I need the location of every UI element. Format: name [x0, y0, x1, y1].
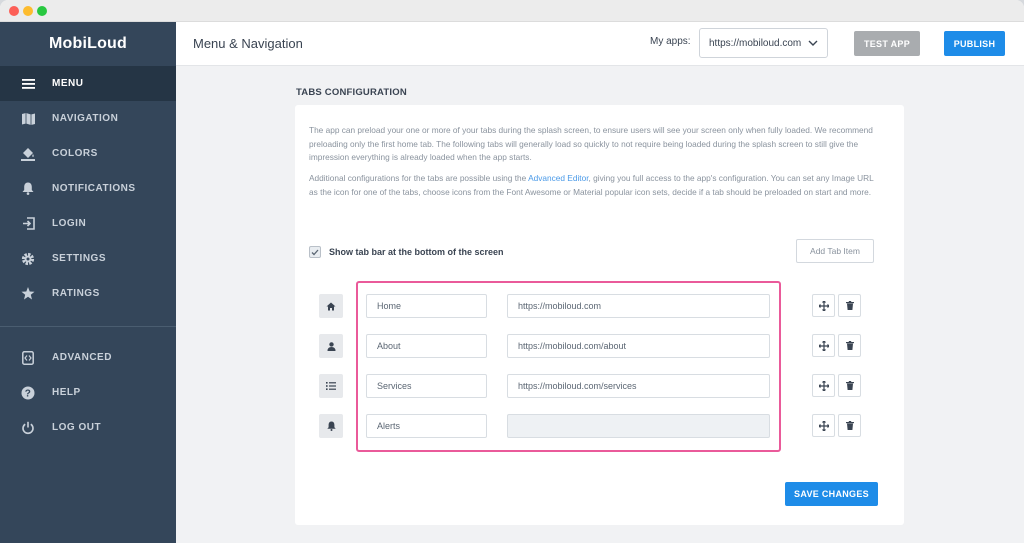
top-bar: Menu & Navigation My apps: https://mobil… — [176, 22, 1024, 66]
sidebar-item-label: MENU — [52, 78, 84, 89]
gear-icon — [20, 251, 36, 267]
trash-icon — [845, 341, 854, 350]
sidebar-item-label: ADVANCED — [52, 352, 112, 363]
save-changes-button[interactable]: SAVE CHANGES — [785, 482, 878, 506]
code-icon — [20, 350, 36, 366]
show-tab-bar-label: Show tab bar at the bottom of the screen — [329, 247, 504, 257]
chevron-down-icon — [808, 40, 818, 46]
tabs-configuration-card: The app can preload your one or more of … — [295, 105, 904, 525]
sidebar-item-label: COLORS — [52, 148, 98, 159]
paint-bucket-icon — [20, 146, 36, 162]
sidebar-item-ratings[interactable]: RATINGS — [0, 276, 176, 311]
tab-icon-picker[interactable] — [319, 334, 343, 358]
app-selector-value: https://mobiloud.com — [709, 37, 802, 49]
sidebar-divider — [0, 326, 176, 327]
sidebar-item-label: NAVIGATION — [52, 113, 119, 124]
tab-icon-picker[interactable] — [319, 414, 343, 438]
hamburger-icon — [20, 76, 36, 92]
move-arrows-icon — [818, 340, 829, 351]
trash-icon — [845, 301, 854, 310]
trash-icon — [845, 381, 854, 390]
sign-in-icon — [20, 216, 36, 232]
sidebar-item-advanced[interactable]: ADVANCED — [0, 340, 176, 375]
tab-url-input[interactable]: https://mobiloud.com/about — [507, 334, 770, 358]
map-icon — [20, 111, 36, 127]
sidebar-item-navigation[interactable]: NAVIGATION — [0, 101, 176, 136]
star-icon — [20, 286, 36, 302]
move-arrows-icon — [818, 380, 829, 391]
advanced-editor-link[interactable]: Advanced Editor — [528, 173, 588, 183]
sidebar-item-settings[interactable]: SETTINGS — [0, 241, 176, 276]
sidebar-item-log-out[interactable]: LOG OUT — [0, 410, 176, 445]
move-tab-button[interactable] — [812, 374, 835, 397]
tab-url-input[interactable]: https://mobiloud.com/services — [507, 374, 770, 398]
app-selector-dropdown[interactable]: https://mobiloud.com — [699, 28, 828, 58]
move-arrows-icon — [818, 300, 829, 311]
tab-name-input[interactable]: Alerts — [366, 414, 487, 438]
sidebar-item-colors[interactable]: COLORS — [0, 136, 176, 171]
window-titlebar — [0, 0, 1024, 22]
sidebar-item-menu[interactable]: MENU — [0, 66, 176, 101]
tab-icon-picker[interactable] — [319, 374, 343, 398]
page-title: Menu & Navigation — [193, 36, 303, 51]
close-window-button[interactable] — [9, 6, 19, 16]
tab-url-input[interactable] — [507, 414, 770, 438]
sidebar-item-label: NOTIFICATIONS — [52, 183, 136, 194]
minimize-window-button[interactable] — [23, 6, 33, 16]
my-apps-label: My apps: — [650, 36, 691, 47]
sidebar-item-label: LOGIN — [52, 218, 87, 229]
tab-url-input[interactable]: https://mobiloud.com — [507, 294, 770, 318]
add-tab-item-button[interactable]: Add Tab Item — [796, 239, 874, 263]
delete-tab-button[interactable] — [838, 374, 861, 397]
question-icon: ? — [20, 385, 36, 401]
delete-tab-button[interactable] — [838, 414, 861, 437]
sidebar: MobiLoud MENU NAVIGATION COLORS NOTIFICA… — [0, 22, 176, 543]
sidebar-item-login[interactable]: LOGIN — [0, 206, 176, 241]
bell-icon — [326, 421, 336, 431]
trash-icon — [845, 421, 854, 430]
sidebar-item-label: RATINGS — [52, 288, 100, 299]
move-tab-button[interactable] — [812, 414, 835, 437]
maximize-window-button[interactable] — [37, 6, 47, 16]
sidebar-item-notifications[interactable]: NOTIFICATIONS — [0, 171, 176, 206]
delete-tab-button[interactable] — [838, 334, 861, 357]
app-window: MobiLoud MENU NAVIGATION COLORS NOTIFICA… — [0, 0, 1024, 543]
move-arrows-icon — [818, 420, 829, 431]
show-tab-bar-checkbox[interactable] — [309, 246, 321, 258]
paragraph-text: Additional configurations for the tabs a… — [309, 173, 529, 183]
home-icon — [326, 302, 336, 310]
publish-button[interactable]: PUBLISH — [944, 31, 1005, 56]
list-icon — [326, 382, 336, 390]
sidebar-item-label: LOG OUT — [52, 422, 102, 433]
tab-name-input[interactable]: About — [366, 334, 487, 358]
bell-icon — [20, 181, 36, 197]
checkmark-icon — [311, 249, 319, 255]
svg-text:?: ? — [25, 388, 32, 399]
delete-tab-button[interactable] — [838, 294, 861, 317]
move-tab-button[interactable] — [812, 334, 835, 357]
power-icon — [20, 420, 36, 436]
test-app-button[interactable]: TEST APP — [854, 31, 920, 56]
tab-icon-picker[interactable] — [319, 294, 343, 318]
user-icon — [327, 341, 335, 351]
app-logo: MobiLoud — [48, 35, 127, 52]
tab-name-input[interactable]: Home — [366, 294, 487, 318]
advanced-editor-paragraph: Additional configurations for the tabs a… — [309, 172, 879, 199]
sidebar-item-help[interactable]: ? HELP — [0, 375, 176, 410]
sidebar-item-label: HELP — [52, 387, 81, 398]
description-paragraph: The app can preload your one or more of … — [309, 125, 873, 162]
tab-name-input[interactable]: Services — [366, 374, 487, 398]
move-tab-button[interactable] — [812, 294, 835, 317]
sidebar-item-label: SETTINGS — [52, 253, 107, 264]
section-title: TABS CONFIGURATION — [296, 87, 407, 98]
